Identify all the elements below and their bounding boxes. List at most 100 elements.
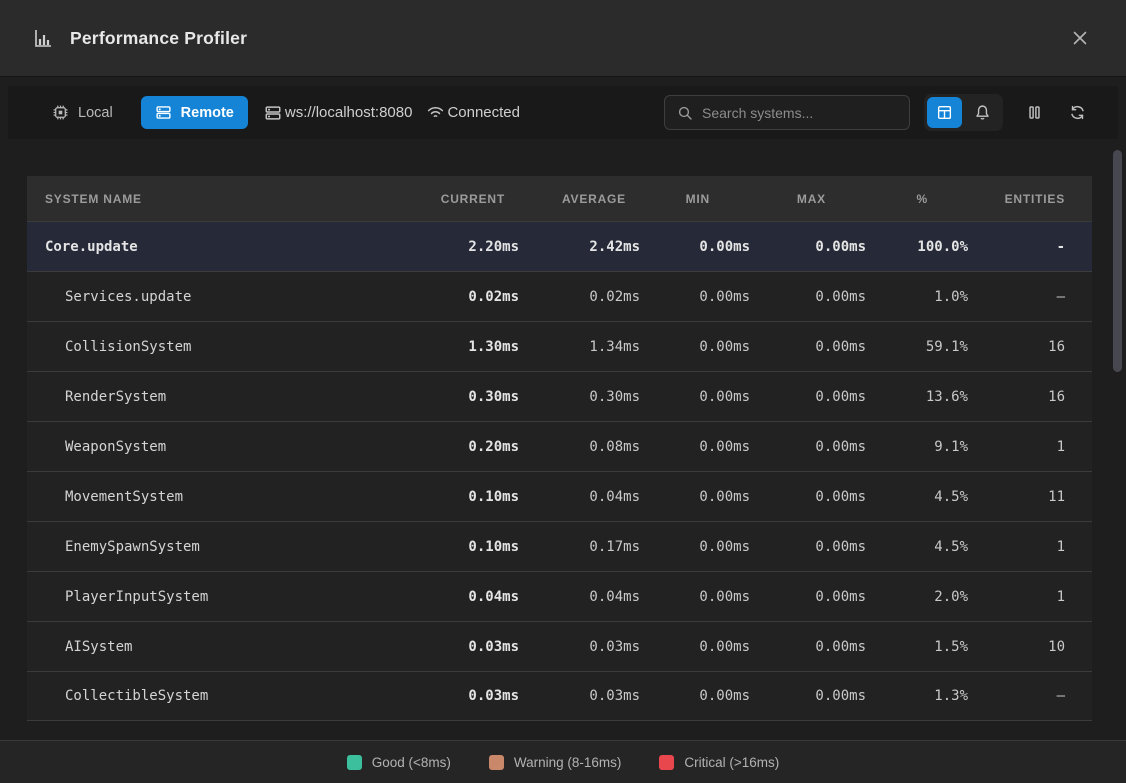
max-cell: 0.00ms (750, 239, 866, 255)
system-name-cell: RenderSystem (27, 389, 399, 405)
system-name-cell: WeaponSystem (27, 439, 399, 455)
system-name-cell: MovementSystem (27, 489, 399, 505)
current-cell: 0.10ms (399, 489, 519, 505)
table-row[interactable]: Core.update 2.20ms 2.42ms 0.00ms 0.00ms … (27, 221, 1092, 271)
entities-cell: 1 (968, 439, 1065, 455)
average-cell: 2.42ms (519, 239, 640, 255)
table-row[interactable]: CollisionSystem 1.30ms 1.34ms 0.00ms 0.0… (27, 321, 1092, 371)
legend-item: Good (<8ms) (347, 755, 451, 770)
bar-chart-icon (32, 27, 54, 49)
pause-button[interactable] (1017, 96, 1051, 130)
alerts-button[interactable] (965, 97, 1000, 128)
average-cell: 0.03ms (519, 639, 640, 655)
column-header-average[interactable]: AVERAGE (519, 192, 640, 206)
current-cell: 1.30ms (399, 339, 519, 355)
column-header-max[interactable]: MAX (750, 192, 866, 206)
entities-cell: 11 (968, 489, 1065, 505)
toolbar: Local Remote ws://localhost:8080 (8, 86, 1118, 139)
connection-status: Connected (426, 103, 520, 122)
page-title: Performance Profiler (70, 28, 247, 49)
average-cell: 0.02ms (519, 289, 640, 305)
remote-button-label: Remote (181, 105, 234, 121)
ws-url-label: ws://localhost:8080 (285, 104, 413, 121)
column-header-current[interactable]: CURRENT (399, 192, 519, 206)
close-icon[interactable] (1066, 24, 1094, 52)
min-cell: 0.00ms (640, 339, 750, 355)
column-header-percent[interactable]: % (866, 192, 968, 206)
max-cell: 0.00ms (750, 539, 866, 555)
percent-cell: 4.5% (866, 539, 968, 555)
percent-cell: 1.3% (866, 688, 968, 704)
column-header-min[interactable]: MIN (640, 192, 750, 206)
max-cell: 0.00ms (750, 589, 866, 605)
max-cell: 0.00ms (750, 389, 866, 405)
warning-status-swatch (489, 755, 504, 770)
wifi-icon (426, 103, 445, 122)
table-row[interactable]: Services.update 0.02ms 0.02ms 0.00ms 0.0… (27, 271, 1092, 321)
min-cell: 0.00ms (640, 489, 750, 505)
entities-cell: - (968, 239, 1065, 255)
table-row[interactable]: PlayerInputSystem 0.04ms 0.04ms 0.00ms 0… (27, 571, 1092, 621)
percent-cell: 4.5% (866, 489, 968, 505)
column-header-entities[interactable]: ENTITIES (968, 192, 1065, 206)
systems-table-body: Core.update 2.20ms 2.42ms 0.00ms 0.00ms … (27, 221, 1092, 721)
entities-cell: – (968, 289, 1065, 305)
good-status-swatch (347, 755, 362, 770)
average-cell: 0.17ms (519, 539, 640, 555)
table-view-button[interactable] (927, 97, 962, 128)
bell-icon (974, 104, 991, 121)
max-cell: 0.00ms (750, 289, 866, 305)
percent-cell: 9.1% (866, 439, 968, 455)
table-row[interactable]: WeaponSystem 0.20ms 0.08ms 0.00ms 0.00ms… (27, 421, 1092, 471)
system-name-cell: AISystem (27, 639, 399, 655)
percent-cell: 100.0% (866, 239, 968, 255)
table-row[interactable]: AISystem 0.03ms 0.03ms 0.00ms 0.00ms 1.5… (27, 621, 1092, 671)
average-cell: 1.34ms (519, 339, 640, 355)
current-cell: 0.30ms (399, 389, 519, 405)
legend-item: Warning (8-16ms) (489, 755, 622, 770)
min-cell: 0.00ms (640, 589, 750, 605)
refresh-button[interactable] (1060, 96, 1094, 130)
current-cell: 0.03ms (399, 688, 519, 704)
min-cell: 0.00ms (640, 389, 750, 405)
percent-cell: 2.0% (866, 589, 968, 605)
system-name-cell: CollectibleSystem (27, 688, 399, 704)
max-cell: 0.00ms (750, 439, 866, 455)
min-cell: 0.00ms (640, 439, 750, 455)
systems-table: SYSTEM NAME CURRENT AVERAGE MIN MAX % EN… (27, 176, 1092, 721)
average-cell: 0.30ms (519, 389, 640, 405)
entities-cell: 1 (968, 539, 1065, 555)
scrollbar-thumb[interactable] (1113, 150, 1122, 372)
cpu-chip-icon (52, 104, 69, 121)
server-icon (155, 104, 172, 121)
column-header-system-name[interactable]: SYSTEM NAME (27, 192, 399, 206)
table-row[interactable]: MovementSystem 0.10ms 0.04ms 0.00ms 0.00… (27, 471, 1092, 521)
system-name-cell: CollisionSystem (27, 339, 399, 355)
average-cell: 0.04ms (519, 589, 640, 605)
window-header: Performance Profiler (0, 0, 1126, 77)
remote-button[interactable]: Remote (141, 96, 248, 129)
current-cell: 0.10ms (399, 539, 519, 555)
max-cell: 0.00ms (750, 339, 866, 355)
min-cell: 0.00ms (640, 639, 750, 655)
table-header-row: SYSTEM NAME CURRENT AVERAGE MIN MAX % EN… (27, 176, 1092, 221)
entities-cell: 16 (968, 339, 1065, 355)
table-row[interactable]: RenderSystem 0.30ms 0.30ms 0.00ms 0.00ms… (27, 371, 1092, 421)
current-cell: 0.20ms (399, 439, 519, 455)
critical-status-swatch (659, 755, 674, 770)
max-cell: 0.00ms (750, 489, 866, 505)
search-input[interactable] (702, 105, 897, 121)
connection-status-label: Connected (447, 104, 520, 121)
average-cell: 0.03ms (519, 688, 640, 704)
current-cell: 2.20ms (399, 239, 519, 255)
table-row[interactable]: EnemySpawnSystem 0.10ms 0.17ms 0.00ms 0.… (27, 521, 1092, 571)
local-button[interactable]: Local (38, 96, 127, 129)
percent-cell: 59.1% (866, 339, 968, 355)
system-name-cell: EnemySpawnSystem (27, 539, 399, 555)
table-row[interactable]: CollectibleSystem 0.03ms 0.03ms 0.00ms 0… (27, 671, 1092, 721)
system-name-cell: PlayerInputSystem (27, 589, 399, 605)
system-name-cell: Core.update (27, 239, 399, 255)
legend-label: Warning (8-16ms) (514, 755, 622, 770)
average-cell: 0.04ms (519, 489, 640, 505)
server-icon (264, 104, 282, 122)
